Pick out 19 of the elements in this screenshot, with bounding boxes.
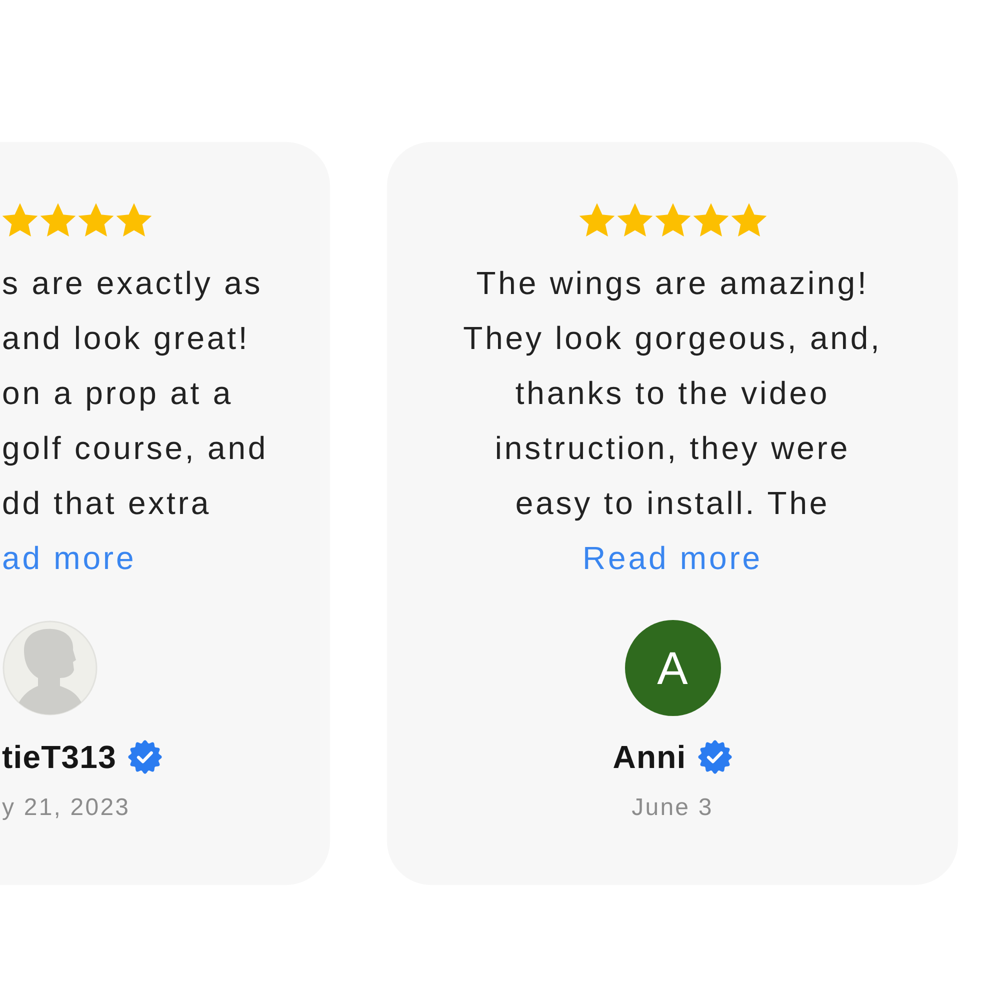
review-date: June 3: [632, 793, 714, 823]
star-icon: [578, 202, 614, 238]
initial-avatar: A: [624, 620, 720, 716]
reviewer-name: tieT313: [2, 738, 116, 776]
star-icon: [654, 202, 690, 238]
review-date: y 21, 2023: [2, 793, 130, 823]
star-icon: [116, 202, 152, 238]
review-text: s are exactly as and look great! on a prop at a golf course, and dd that extra: [2, 264, 268, 523]
read-more-link[interactable]: Read more: [582, 531, 762, 586]
star-icon: [730, 202, 766, 238]
star-icon: [2, 202, 38, 238]
reviewer-name: Anni: [612, 738, 686, 776]
star-icon: [40, 202, 76, 238]
star-icon: [616, 202, 652, 238]
star-icon: [78, 202, 114, 238]
avatar-silhouette-icon: [2, 620, 98, 716]
star-icon: [692, 202, 728, 238]
review-text: The wings are amazing! They look gorgeous, and, thanks to the video instruction, they were easy to install. The: [463, 264, 882, 523]
read-more-link[interactable]: ad more: [2, 531, 136, 586]
